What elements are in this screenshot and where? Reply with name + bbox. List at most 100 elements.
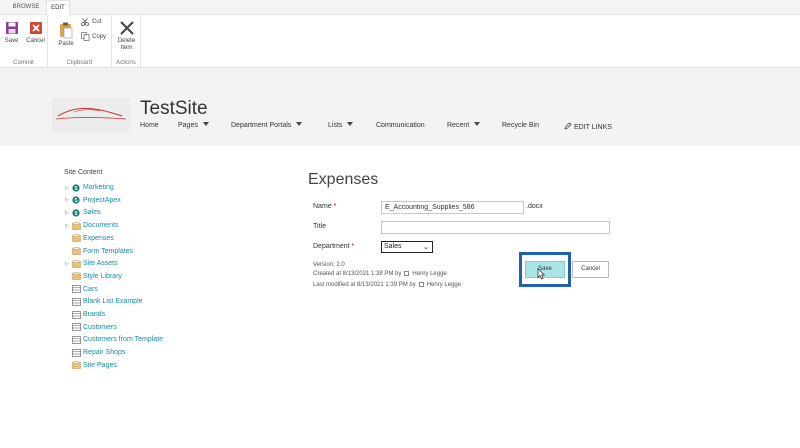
site-logo[interactable] [52, 98, 130, 132]
quick-launch-title[interactable]: Site Content [64, 169, 103, 176]
quick-launch-item[interactable]: Brands [65, 309, 105, 320]
edit-links-button[interactable]: EDIT LINKS [564, 122, 612, 131]
cancel-icon [29, 22, 42, 34]
ribbon-group-clipboard: Paste Cut Copy Clipboard [48, 15, 112, 68]
caret-down-icon [202, 122, 209, 126]
caret-down-icon [296, 122, 303, 126]
nav-label: Lists [328, 122, 343, 129]
quick-launch-item[interactable]: ▷ Documents [65, 220, 118, 231]
quick-launch-item[interactable]: Blank List Example [65, 296, 143, 307]
quick-launch-item-label: Repair Shops [83, 349, 126, 357]
expand-arrow-icon[interactable]: ▷ [65, 261, 72, 267]
chevron-down-icon: ⌄ [423, 244, 429, 251]
nav-item-recycle-bin[interactable]: Recycle Bin [502, 122, 539, 129]
list-icon [72, 285, 81, 293]
quick-launch-item-label: Cars [83, 285, 98, 293]
ribbon-copy-button[interactable]: Copy [81, 32, 106, 41]
library-icon [72, 259, 81, 268]
car-logo-icon [55, 107, 127, 120]
version-text: Version: 2.0 [313, 262, 345, 268]
quick-launch-item[interactable]: Site Pages [65, 360, 117, 371]
created-text: Created at 8/13/2021 1:38 PM by Henry Leg… [313, 271, 447, 277]
ribbon-paste-button[interactable]: Paste [56, 21, 76, 48]
expand-arrow-icon[interactable]: ▷ [65, 197, 72, 203]
list-icon [72, 336, 81, 344]
quick-launch-item[interactable]: ▷ S ProjectApex [65, 195, 121, 206]
quick-launch-item[interactable]: ▷ S Marketing [65, 182, 114, 193]
nav-item-lists[interactable]: Lists [328, 122, 354, 129]
nav-item-department-portals[interactable]: Department Portals [231, 122, 303, 129]
nav-label: Recycle Bin [502, 122, 539, 129]
quick-launch-item[interactable]: ▷ S Sales [65, 207, 101, 218]
site-title[interactable]: TestSite [140, 98, 208, 120]
tab-browse[interactable]: BROWSE [8, 0, 44, 15]
created-by-link[interactable]: Henry Legge [412, 271, 446, 277]
page-title: Expenses [308, 171, 379, 188]
department-select[interactable]: Sales ⌄ [381, 241, 433, 253]
ribbon: Save Cancel Commit Paste Cut Copy Clipbo… [0, 15, 800, 68]
nav-item-recent[interactable]: Recent [447, 122, 481, 129]
department-label: Department * [313, 243, 354, 250]
delete-label-line2: Item [120, 45, 133, 51]
nav-item-communication[interactable]: Communication [376, 122, 425, 129]
edit-links-label: EDIT LINKS [573, 124, 612, 131]
cancel-button[interactable]: Cancel [572, 261, 609, 278]
quick-launch-item[interactable]: Form Templates [65, 246, 133, 257]
name-label: Name * [313, 203, 336, 210]
title-input[interactable] [381, 221, 610, 234]
site-icon: S [72, 209, 81, 217]
quick-launch-item-label: Blank List Example [83, 298, 143, 306]
expand-arrow-icon[interactable]: ▷ [65, 223, 72, 229]
nav-label: Home [140, 122, 159, 129]
pencil-icon [564, 122, 572, 130]
quick-launch-item-label: Form Templates [83, 247, 134, 255]
library-icon [72, 234, 81, 243]
site-icon: S [72, 196, 81, 204]
quick-launch-item-label: Brands [83, 311, 106, 318]
name-input[interactable] [381, 201, 524, 214]
created-at: Created at 8/13/2021 1:38 PM by [313, 271, 402, 277]
tab-edit[interactable]: EDIT [46, 0, 70, 15]
cut-label: Cut [92, 19, 102, 25]
quick-launch-item[interactable]: Expenses [65, 233, 114, 244]
name-label-text: Name [313, 203, 332, 210]
nav-item-home[interactable]: Home [140, 122, 159, 129]
copy-label: Copy [92, 33, 107, 40]
list-icon [72, 310, 81, 319]
paste-label: Paste [58, 41, 74, 47]
delete-icon [119, 21, 134, 35]
modified-text: Last modified at 8/13/2021 1:39 PM by Hen… [313, 282, 461, 288]
save-button[interactable]: Save [525, 261, 565, 278]
ribbon-save-button[interactable]: Save [3, 21, 20, 45]
nav-label: Pages [178, 122, 198, 129]
caret-down-icon [347, 122, 354, 126]
quick-launch-item[interactable]: Style Library [65, 271, 122, 282]
quick-launch-item-label: Site Assets [83, 260, 118, 268]
nav-item-pages[interactable]: Pages [178, 122, 209, 129]
library-icon [72, 272, 81, 281]
expand-arrow-icon[interactable]: ▷ [65, 210, 72, 216]
library-icon [72, 361, 81, 370]
ribbon-delete-item-button[interactable]: Delete Item [115, 20, 138, 52]
department-label-text: Department [313, 243, 350, 250]
caret-down-icon [474, 122, 481, 126]
quick-launch-item[interactable]: Customers from Template [65, 334, 163, 345]
modified-by-link[interactable]: Henry Legge [427, 282, 461, 288]
expand-arrow-icon[interactable]: ▷ [65, 185, 72, 191]
quick-launch-item[interactable]: Repair Shops [65, 347, 125, 358]
quick-launch-item[interactable]: ▷ Site Assets [65, 258, 118, 269]
list-icon [72, 297, 81, 306]
quick-launch-item[interactable]: Cars [65, 284, 98, 295]
library-icon [72, 221, 81, 230]
quick-launch-item-label: Style Library [83, 272, 122, 280]
ribbon-cancel-button[interactable]: Cancel [25, 21, 46, 45]
list-icon [72, 348, 81, 357]
actions-group-label: Actions [116, 60, 136, 66]
quick-launch-item[interactable]: Customers [65, 322, 117, 333]
quick-launch-item-label: Documents [83, 222, 119, 230]
user-presence-icon [418, 282, 424, 287]
scissors-icon [81, 18, 89, 26]
list-icon [72, 323, 81, 331]
nav-label: Recent [447, 122, 470, 129]
ribbon-cut-button[interactable]: Cut [81, 18, 101, 26]
